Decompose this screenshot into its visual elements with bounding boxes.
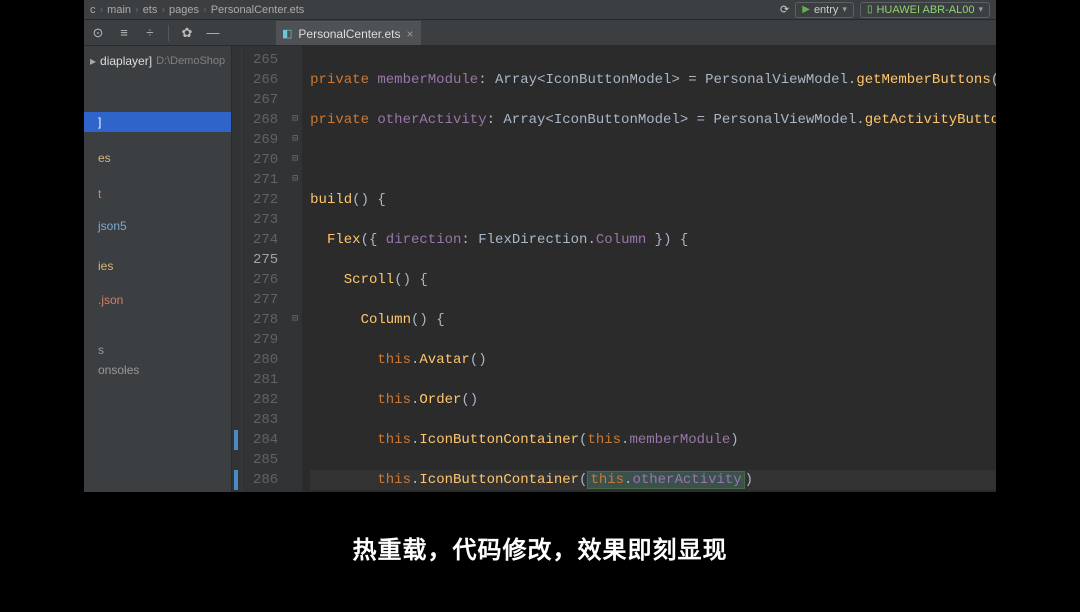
tab-label: PersonalCenter.ets [298, 27, 400, 41]
ide-window: c › main › ets › pages › PersonalCenter.… [84, 0, 996, 492]
project-path: D:\DemoShop [156, 55, 225, 67]
select-opened-file-icon[interactable]: ⊙ [90, 25, 106, 41]
sidebar-item[interactable]: s [84, 340, 231, 360]
play-icon: ▶ [802, 4, 810, 15]
device-selector[interactable]: ▯ HUAWEI ABR-AL00 ▾ [860, 2, 990, 18]
project-sidebar[interactable]: ▸ diaplayer] D:\DemoShop ] es t json5 ie… [84, 46, 232, 492]
fold-gutter[interactable]: ⊟⊟⊟⊟⊟ [288, 46, 302, 492]
editor-tab[interactable]: ◧ PersonalCenter.ets × [276, 21, 421, 45]
run-config-label: entry [814, 4, 838, 16]
chevron-down-icon: ▾ [978, 4, 983, 15]
code-editor[interactable]: 2652662672682692702712722732742752762772… [232, 46, 996, 492]
crumb[interactable]: pages [169, 4, 199, 16]
separator [168, 25, 169, 41]
project-toolbar: ⊙ ≡ ÷ ✿ — [84, 20, 996, 46]
device-icon: ▯ [867, 4, 873, 15]
sidebar-item[interactable]: onsoles [84, 360, 231, 380]
sidebar-item[interactable]: json5 [84, 216, 231, 236]
line-number-gutter: 2652662672682692702712722732742752762772… [242, 46, 288, 492]
expand-all-icon[interactable]: ≡ [116, 25, 132, 41]
collapse-all-icon[interactable]: ÷ [142, 25, 158, 41]
chevron-right-icon: › [100, 4, 104, 16]
chevron-right-icon: › [161, 4, 165, 16]
breadcrumb: c › main › ets › pages › PersonalCenter.… [90, 4, 304, 16]
crumb[interactable]: c [90, 4, 96, 16]
gear-icon[interactable]: ✿ [179, 25, 195, 41]
change-marker-gutter [232, 46, 242, 492]
close-icon[interactable]: × [406, 27, 413, 41]
sync-icon[interactable]: ⟳ [780, 3, 789, 16]
project-name: diaplayer] [100, 54, 152, 68]
sidebar-item[interactable]: ] [84, 112, 231, 132]
file-icon: ◧ [282, 27, 292, 40]
sidebar-item[interactable]: ies [84, 256, 231, 276]
top-bar: c › main › ets › pages › PersonalCenter.… [84, 0, 996, 20]
code-area[interactable]: private memberModule: Array<IconButtonMo… [302, 46, 996, 492]
crumb[interactable]: main [107, 4, 131, 16]
subtitle-caption: 热重载，代码修改，效果即刻显现 [0, 530, 1080, 565]
sidebar-item[interactable]: es [84, 148, 231, 168]
run-config-selector[interactable]: ▶ entry ▾ [795, 2, 854, 18]
sidebar-item[interactable]: .json [84, 290, 231, 310]
folder-icon: ▸ [90, 54, 96, 68]
crumb[interactable]: PersonalCenter.ets [211, 4, 305, 16]
device-label: HUAWEI ABR-AL00 [876, 4, 974, 16]
crumb[interactable]: ets [143, 4, 158, 16]
chevron-down-icon: ▾ [842, 4, 847, 15]
sidebar-item[interactable]: t [84, 184, 231, 204]
chevron-right-icon: › [135, 4, 139, 16]
chevron-right-icon: › [203, 4, 207, 16]
project-root[interactable]: ▸ diaplayer] D:\DemoShop [84, 50, 231, 72]
hide-icon[interactable]: — [205, 25, 221, 41]
